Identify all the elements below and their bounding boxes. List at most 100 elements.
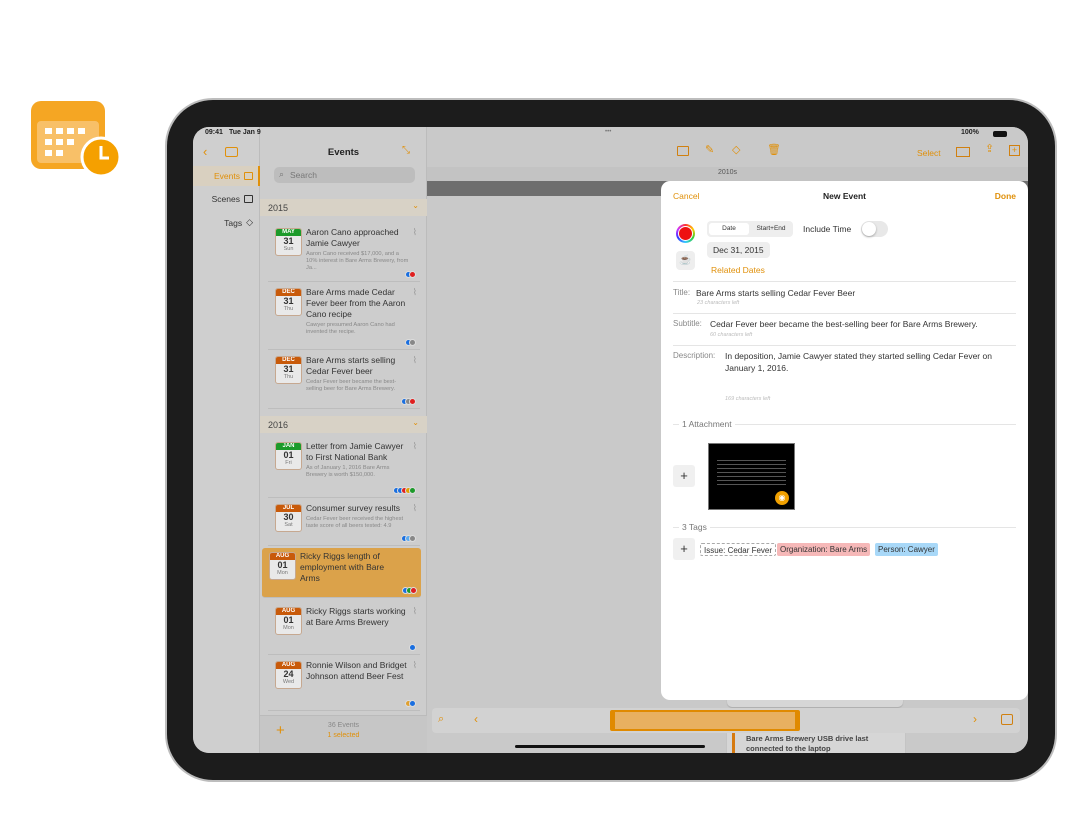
attachment-thumbnail[interactable]: ◉	[708, 443, 795, 510]
year-header-2015[interactable]: 2015 ⌄	[260, 199, 427, 216]
presenter-icon[interactable]	[956, 147, 970, 157]
scroll-left-button[interactable]: ‹	[474, 712, 478, 726]
chevron-down-icon[interactable]: ⌄	[412, 201, 419, 210]
tag-chip[interactable]: Person: Cawyer	[875, 543, 938, 556]
add-icon[interactable]: +	[1009, 145, 1020, 156]
mug-icon[interactable]: ☕	[676, 251, 695, 270]
date-month: AUG	[276, 608, 301, 615]
date-mode-date[interactable]: Date	[709, 223, 749, 235]
item-subtitle: Cedar Fever beer received the highest ta…	[306, 516, 404, 529]
paperclip-icon: ⌇	[412, 287, 417, 297]
description-hint: 169 characters left	[725, 396, 771, 402]
date-weekday: Mon	[283, 625, 294, 631]
title-field[interactable]: Bare Arms starts selling Cedar Fever Bee…	[696, 288, 855, 298]
date-weekday: Mon	[277, 570, 288, 576]
list-item[interactable]: JAN 01 Fri Letter from Jamie Cawyer to Fir…	[268, 438, 420, 498]
date-day: 31	[283, 236, 294, 246]
timeline-scrubber[interactable]: ⌕ ‹ ›	[432, 708, 1020, 733]
tag-dots	[401, 398, 416, 405]
date-weekday: Wed	[282, 679, 295, 685]
share-icon[interactable]: ⇪	[985, 142, 994, 155]
back-icon[interactable]: ‹	[203, 144, 207, 159]
date-month: JAN	[276, 443, 301, 450]
year-header-2016[interactable]: 2016 ⌄	[260, 416, 427, 433]
date-weekday: Sun	[283, 246, 294, 252]
date-field[interactable]: Dec 31, 2015	[707, 242, 770, 258]
date-badge: AUG 01 Mon	[269, 552, 296, 580]
tag-dot	[409, 644, 416, 651]
item-subtitle: As of January 1, 2016 Bare Arms Brewery …	[306, 465, 390, 478]
chevron-down-icon[interactable]: ⌄	[412, 418, 419, 427]
sidebar-item-label: Tags	[224, 217, 243, 228]
trash-icon[interactable]: 🗑	[767, 143, 781, 156]
description-label: Description:	[673, 351, 716, 360]
event-list-panel: Events ⤡ ⌕ Search 2015 ⌄ 2016 ⌄ MAY 31 Sun A…	[260, 127, 427, 753]
tag-dots	[405, 700, 416, 707]
list-item[interactable]: DEC 31 Thu Bare Arms made Cedar Fever beer…	[268, 284, 420, 350]
date-month: JUL	[276, 505, 301, 512]
add-attachment-button[interactable]: +	[673, 465, 695, 487]
select-button[interactable]: Select	[917, 148, 941, 158]
add-tag-button[interactable]: +	[673, 538, 695, 560]
item-title: Bare Arms starts selling Cedar Fever bee…	[306, 355, 396, 376]
date-mode-segmented[interactable]: Date Start+End	[707, 221, 793, 237]
list-item[interactable]: DEC 31 Thu Bare Arms starts selling Cedar …	[268, 352, 420, 409]
date-day: 31	[283, 296, 294, 306]
collapse-icon[interactable]: ⤡	[402, 145, 410, 156]
tag-dot	[409, 535, 416, 542]
paperclip-icon: ⌇	[412, 606, 417, 616]
category-bar	[732, 732, 735, 753]
list-item[interactable]: JUL 30 Sat Consumer survey results Cedar Fe…	[268, 500, 420, 546]
brush-icon[interactable]: ✎	[705, 143, 714, 156]
calendar-add-icon[interactable]	[1001, 714, 1013, 725]
tag-icon[interactable]: ◇	[732, 143, 740, 156]
list-item[interactable]: MAY 31 Sun Aaron Cano approached Jamie Caw…	[268, 224, 420, 282]
item-subtitle: Cawyer presumed Aaron Cano had invented …	[306, 322, 395, 335]
paperclip-icon: ⌇	[412, 441, 417, 451]
sidebar-item-tags[interactable]: Tags ◇	[224, 217, 253, 228]
date-day: 01	[283, 615, 294, 625]
card-title: Bare Arms Brewery USB drive last connect…	[746, 734, 869, 753]
sidebar-item-events[interactable]: Events	[214, 171, 253, 181]
tag-dot	[410, 587, 417, 594]
list-item[interactable]: AUG 01 Mon Ricky Riggs length of employmen…	[262, 548, 421, 598]
color-picker[interactable]	[676, 224, 695, 243]
related-dates-link[interactable]: Related Dates	[711, 265, 765, 275]
sidebar-toggle-icon[interactable]	[225, 147, 238, 157]
item-title: Aaron Cano approached Jamie Cawyer	[306, 227, 399, 248]
sidebar-item-label: Events	[214, 171, 240, 181]
tag-dots	[393, 487, 416, 494]
search-input[interactable]: ⌕ Search	[274, 167, 415, 183]
date-weekday: Thu	[283, 374, 294, 380]
paperclip-icon: ⌇	[412, 503, 417, 513]
date-day: 01	[283, 450, 294, 460]
item-title: Letter from Jamie Cawyer to First Nation…	[306, 441, 404, 462]
date-weekday: Thu	[283, 306, 294, 312]
list-item[interactable]: AUG 01 Mon Ricky Riggs starts working at B…	[268, 603, 420, 655]
image-icon[interactable]	[677, 146, 689, 156]
list-item[interactable]: AUG 24 Wed Ronnie Wilson and Bridget Johns…	[268, 657, 420, 711]
tag-dot	[409, 487, 416, 494]
tag-chip[interactable]: Organization: Bare Arms	[777, 543, 871, 556]
more-dots[interactable]: •••	[605, 129, 611, 135]
eye-icon[interactable]: ◉	[775, 491, 789, 505]
done-button[interactable]: Done	[995, 191, 1016, 201]
date-weekday: Sat	[284, 522, 293, 528]
description-field[interactable]: In deposition, Jamie Cawyer stated they …	[725, 351, 1015, 374]
subtitle-hint: 60 characters left	[710, 332, 753, 338]
subtitle-field[interactable]: Cedar Fever beer became the best-selling…	[710, 319, 978, 329]
paperclip-icon: ⌇	[412, 660, 417, 670]
item-title: Consumer survey results	[306, 503, 401, 513]
sidebar-item-scenes[interactable]: Scenes	[212, 194, 253, 204]
search-placeholder: Search	[290, 170, 317, 180]
tag-dot	[409, 398, 416, 405]
date-mode-start-end[interactable]: Start+End	[751, 223, 791, 235]
scroll-right-button[interactable]: ›	[973, 712, 977, 726]
include-time-toggle[interactable]	[861, 221, 888, 237]
tag-dots	[409, 644, 416, 651]
tag-dot	[409, 271, 416, 278]
tag-chip[interactable]: Issue: Cedar Fever	[700, 543, 777, 556]
zoom-search-icon[interactable]: ⌕	[438, 713, 444, 726]
item-title: Bare Arms made Cedar Fever beer from the…	[306, 287, 406, 319]
scrubber-window[interactable]	[610, 710, 800, 731]
